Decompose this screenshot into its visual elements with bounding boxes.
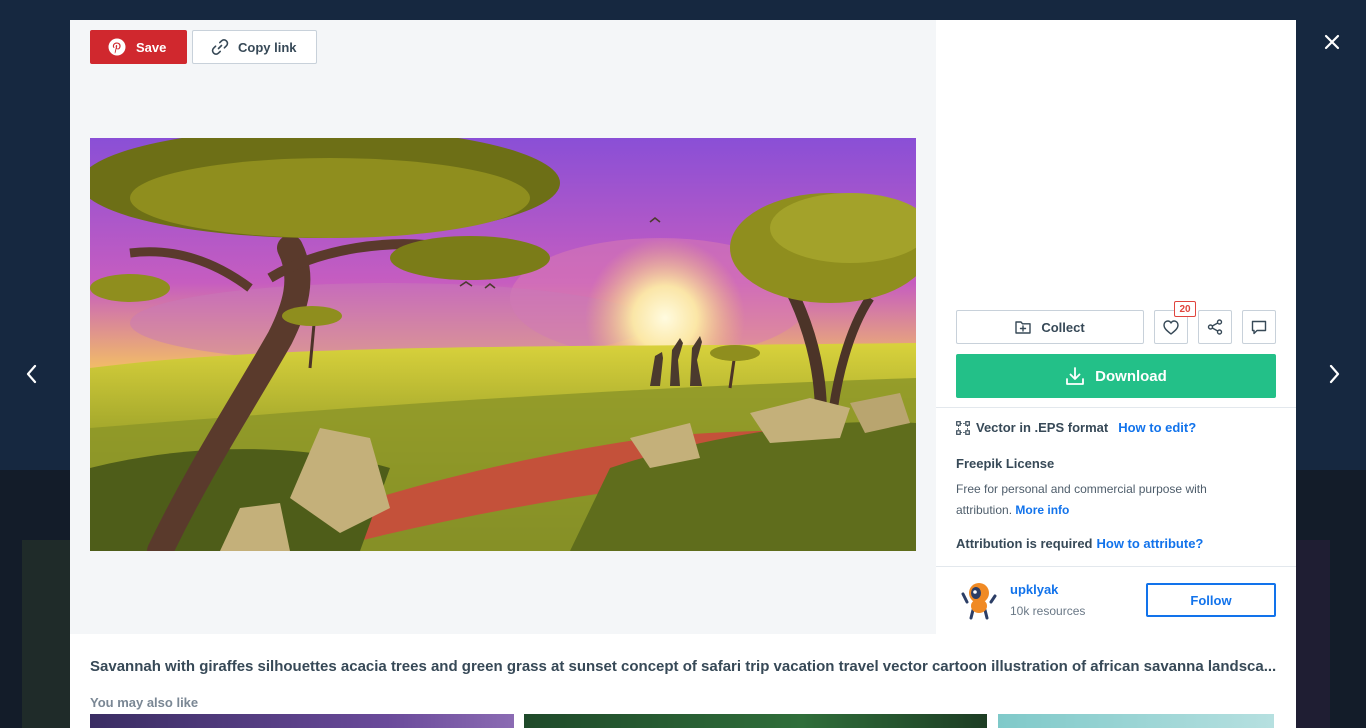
avatar[interactable] [959, 580, 999, 620]
related-thumbnail[interactable] [90, 714, 514, 728]
previous-button[interactable] [18, 360, 46, 388]
save-button[interactable]: Save [90, 30, 187, 64]
author-resources: 10k resources [1010, 604, 1086, 618]
comment-icon [1251, 320, 1267, 334]
file-format-row: Vector in .EPS format How to edit? [956, 420, 1196, 435]
copy-link-button[interactable]: Copy link [192, 30, 317, 64]
share-icon [1207, 319, 1223, 335]
link-icon [211, 39, 229, 55]
license-description: Free for personal and commercial purpose… [956, 479, 1256, 521]
download-button[interactable]: Download [956, 354, 1276, 398]
resource-modal: Save Copy link Collect 20 Download Vecto… [70, 20, 1296, 728]
preview-pane: Save Copy link [70, 20, 936, 634]
close-icon [1324, 34, 1340, 50]
chevron-right-icon [1329, 364, 1340, 384]
attribution-row: Attribution is required How to attribute… [956, 536, 1203, 551]
heart-icon [1163, 319, 1179, 335]
next-button[interactable] [1320, 360, 1348, 388]
how-to-edit-link[interactable]: How to edit? [1118, 420, 1196, 435]
details-panel: Collect 20 Download Vector in .EPS forma… [936, 20, 1296, 634]
format-text: Vector in .EPS format [976, 420, 1109, 435]
action-bar: Collect 20 [956, 301, 1276, 344]
chevron-left-icon [26, 364, 37, 384]
related-thumbnail[interactable] [998, 714, 1274, 728]
resource-title: Savannah with giraffes silhouettes acaci… [90, 658, 1276, 675]
related-section-title: You may also like [90, 695, 199, 710]
preview-image [90, 138, 916, 551]
collect-label: Collect [1041, 319, 1085, 335]
author-card: upklyak 10k resources Follow [956, 577, 1276, 623]
vector-icon [956, 420, 970, 435]
divider [936, 407, 1296, 408]
copy-link-label: Copy link [238, 39, 297, 55]
more-info-link[interactable]: More info [1015, 503, 1069, 517]
share-button[interactable] [1198, 310, 1232, 344]
follow-button[interactable]: Follow [1146, 583, 1276, 617]
close-button[interactable] [1318, 28, 1346, 56]
collect-button[interactable]: Collect [956, 310, 1144, 344]
pinterest-icon [108, 38, 126, 56]
license-title: Freepik License [956, 456, 1055, 471]
attribution-text: Attribution is required [956, 536, 1093, 551]
like-count-badge: 20 [1174, 301, 1196, 317]
how-to-attribute-link[interactable]: How to attribute? [1097, 536, 1204, 551]
divider [936, 566, 1296, 567]
author-name-link[interactable]: upklyak [1010, 582, 1058, 597]
download-label: Download [1095, 367, 1167, 385]
license-text: Free for personal and commercial purpose… [956, 482, 1207, 517]
download-icon [1066, 367, 1085, 385]
save-label: Save [136, 39, 167, 55]
related-thumbnail[interactable] [524, 714, 987, 728]
folder-plus-icon [1015, 321, 1032, 334]
comment-button[interactable] [1242, 310, 1276, 344]
